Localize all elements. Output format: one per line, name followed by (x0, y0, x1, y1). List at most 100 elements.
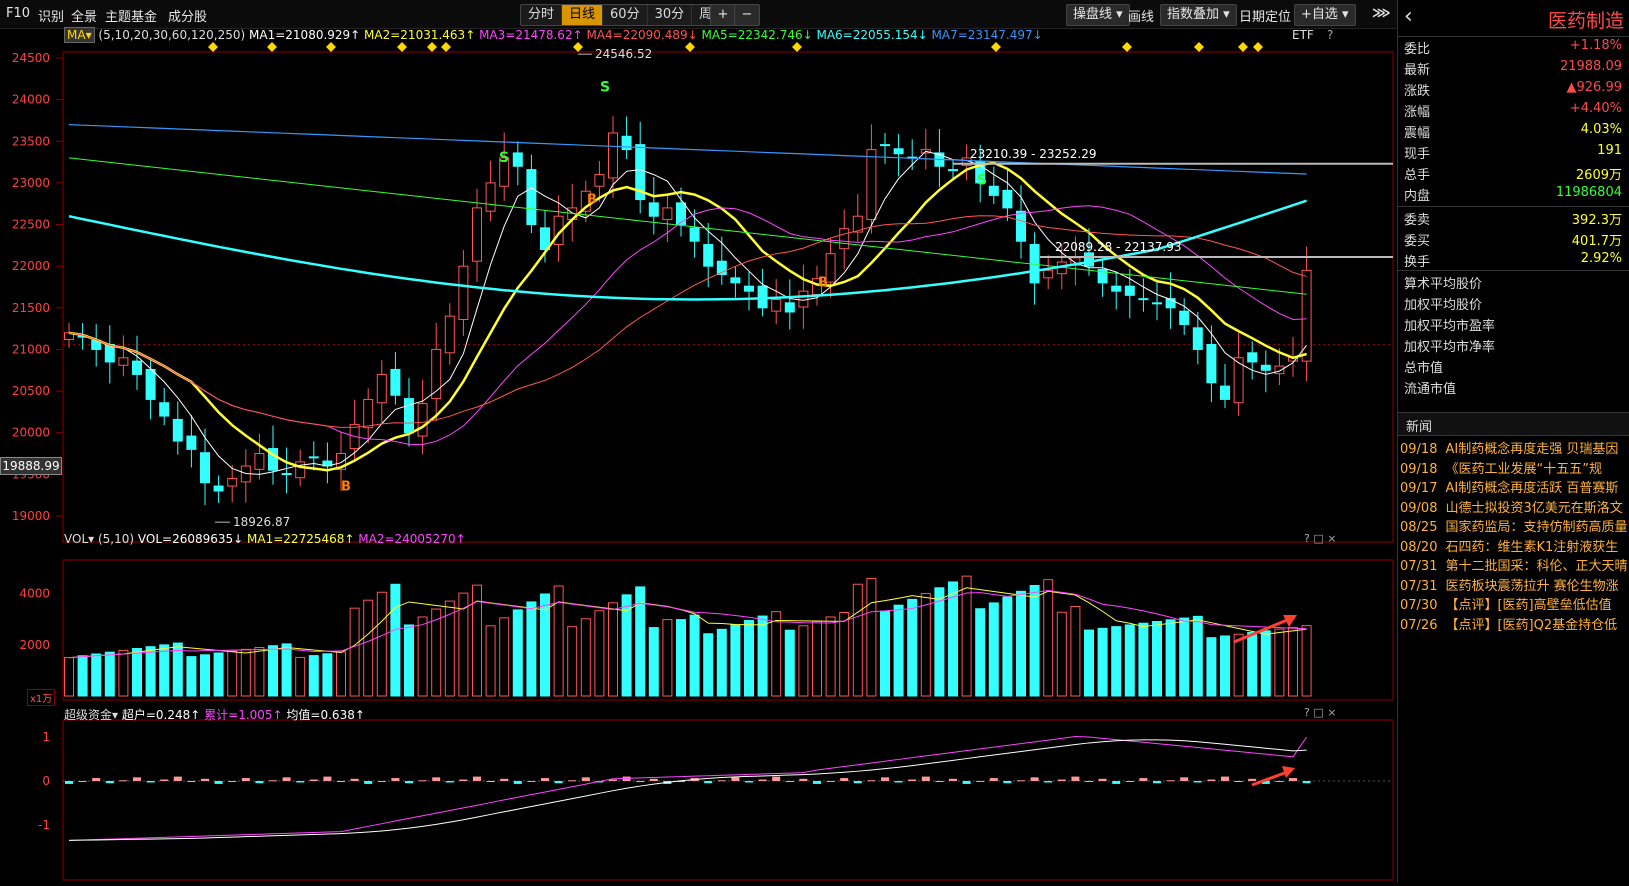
ma-indicator-dropdown[interactable]: MA▾ (64, 27, 95, 43)
quote-value: 392.3万 (1571, 213, 1622, 228)
news-headline[interactable]: 【点评】[医药]Q2基金持仓低 (1445, 618, 1617, 633)
candle (676, 202, 686, 226)
news-item[interactable]: 07/30 【点评】[医药]高壁垒低估值 (1400, 594, 1629, 614)
index-overlay-dropdown[interactable]: 指数叠加 ▾ (1160, 4, 1237, 26)
fund-bar (908, 779, 917, 781)
chart-area[interactable]: 24500 24000 23500 23000 22500 22000 21500 21000… (0, 27, 1396, 882)
metric-label[interactable]: 加权平均市净率 (1404, 336, 1495, 355)
volume-bar (975, 608, 986, 697)
news-headline[interactable]: 山德士拟投资3亿美元在斯洛文 (1445, 501, 1622, 516)
fund-bar (1125, 781, 1134, 782)
back-arrow-icon[interactable]: ‹ (1404, 4, 1413, 29)
metric-label[interactable]: 总市值 (1404, 357, 1443, 376)
trading-line-dropdown[interactable]: 操盘线 ▾ (1066, 4, 1130, 26)
news-item[interactable]: 09/18 AI制药概念再度走强 贝瑞基因 (1400, 438, 1629, 458)
period-intraday[interactable]: 分时 (521, 5, 563, 25)
add-watchlist-dropdown[interactable]: +自选 ▾ (1294, 4, 1356, 26)
fund-bar (731, 777, 740, 781)
news-headline[interactable]: 国家药监局：支持仿制药高质量 (1445, 520, 1627, 535)
zoom-in-button[interactable]: + (710, 4, 736, 26)
candle (866, 149, 877, 221)
link-f10[interactable]: F10 (6, 6, 30, 21)
volume-bar (744, 619, 754, 697)
collapse-panel-icon[interactable]: ⋙ (1372, 6, 1391, 21)
news-headline[interactable]: 第十二批国采：科伦、正大天晴 (1445, 559, 1627, 574)
news-title: 新闻 (1406, 420, 1433, 435)
volume-bar (104, 651, 115, 697)
metric-label[interactable]: 算术平均股价 (1404, 273, 1482, 292)
news-item[interactable]: 07/26 【点评】[医药]Q2基金持仓低 (1400, 614, 1629, 634)
candle (132, 360, 142, 375)
fund-bar (1057, 779, 1066, 781)
fund-panel-controls[interactable]: ? □ × (1304, 706, 1336, 719)
volume-bar (567, 626, 578, 697)
readout: MA1=22725468↑ (243, 532, 355, 546)
fund-bar (894, 781, 903, 783)
news-item[interactable]: 09/17 AI制药概念再度活跃 百普赛斯 (1400, 477, 1629, 497)
fund-bar (1044, 781, 1053, 783)
news-headline[interactable]: 医药板块震荡拉升 赛伦生物涨 (1445, 579, 1618, 594)
fund-bar (173, 776, 182, 781)
fund-bar (418, 780, 427, 782)
volume-bar (485, 625, 496, 697)
fund-bar (1248, 778, 1257, 781)
vol-indicator-dropdown[interactable]: VOL▾ (64, 532, 94, 546)
sell-signal: S (600, 79, 610, 95)
candle (281, 473, 292, 476)
metric-label[interactable]: 加权平均市盈率 (1404, 315, 1495, 334)
news-item[interactable]: 07/31 第十二批国采：科伦、正大天晴 (1400, 555, 1629, 575)
volume-bar (580, 618, 591, 697)
volume-bar (716, 628, 727, 697)
news-item[interactable]: 07/31 医药板块震荡拉升 赛伦生物涨 (1400, 575, 1629, 595)
news-item[interactable]: 09/18 《医药工业发展“十五五”规 (1400, 458, 1629, 478)
candle (200, 452, 210, 484)
zoom-out-button[interactable]: − (734, 4, 760, 26)
link-components[interactable]: 成分股 (168, 6, 207, 25)
news-item[interactable]: 09/08 山德士拟投资3亿美元在斯洛文 (1400, 497, 1629, 517)
fund-indicator-dropdown[interactable]: 超级资金▾ (64, 708, 118, 722)
fund-bar (1030, 777, 1039, 781)
quote-value: 401.7万 (1571, 234, 1622, 249)
volume-bar (1260, 630, 1271, 697)
fund-bar (201, 778, 209, 781)
quote-value: 191 (1597, 143, 1622, 158)
etf-label[interactable]: ETF (1292, 28, 1314, 42)
news-headline[interactable]: AI制药概念再度活跃 百普赛斯 (1445, 481, 1618, 496)
news-item[interactable]: 08/20 石四药：维生素K1注射液获生 (1400, 536, 1629, 556)
link-theme-fund[interactable]: 主题基金 (105, 6, 157, 25)
y-tick-label: 24000 (12, 93, 50, 107)
draw-line-button[interactable]: 画线 (1128, 6, 1154, 25)
period-60min[interactable]: 60分 (603, 5, 648, 25)
vol-panel-controls[interactable]: ? □ × (1304, 532, 1336, 545)
security-name: 医药制造 (1547, 10, 1624, 32)
news-headline[interactable]: AI制药概念再度走强 贝瑞基因 (1445, 442, 1618, 457)
chart-canvas[interactable]: 24500 24000 23500 23000 22500 22000 21500 21000… (0, 28, 1396, 882)
period-30min[interactable]: 30分 (648, 5, 693, 25)
date-locate-button[interactable]: 日期定位 (1239, 6, 1291, 25)
news-headline[interactable]: 石四药：维生素K1注射液获生 (1445, 540, 1618, 555)
volume-bar (839, 612, 850, 697)
metric-label[interactable]: 流通市值 (1404, 378, 1456, 397)
candle (159, 402, 170, 417)
volume-bar (907, 598, 918, 697)
link-overview[interactable]: 全景 (71, 6, 97, 25)
candle (172, 418, 183, 442)
link-identify[interactable]: 识别 (38, 6, 64, 25)
quote-label: 委买 (1404, 234, 1431, 249)
metric-label[interactable]: 加权平均股价 (1404, 294, 1482, 313)
quote-panel: ‹ 医药制造 委比 +1.18% 最新 21988.09 涨跌 ▲926.99 涨幅 +4.4… (1397, 0, 1629, 882)
sell-signal: S (977, 173, 987, 189)
fund-bar (500, 778, 509, 781)
sell-signal: S (499, 150, 509, 166)
fund-bar (160, 779, 169, 781)
candle (458, 265, 469, 320)
news-item[interactable]: 08/25 国家药监局：支持仿制药高质量 (1400, 516, 1629, 536)
fund-bar (105, 781, 114, 784)
ma-readouts: MA1=21080.929↑ MA2=21031.463↑ MA3=21478.… (249, 28, 1043, 42)
vol-unit-label: x1万 (27, 689, 56, 706)
news-headline[interactable]: 《医药工业发展“十五五”规 (1445, 462, 1601, 477)
candle (839, 228, 850, 250)
period-daily[interactable]: 日线 (562, 5, 604, 25)
help-icon[interactable]: ? (1327, 28, 1333, 42)
news-headline[interactable]: 【点评】[医药]高壁垒低估值 (1445, 598, 1611, 613)
